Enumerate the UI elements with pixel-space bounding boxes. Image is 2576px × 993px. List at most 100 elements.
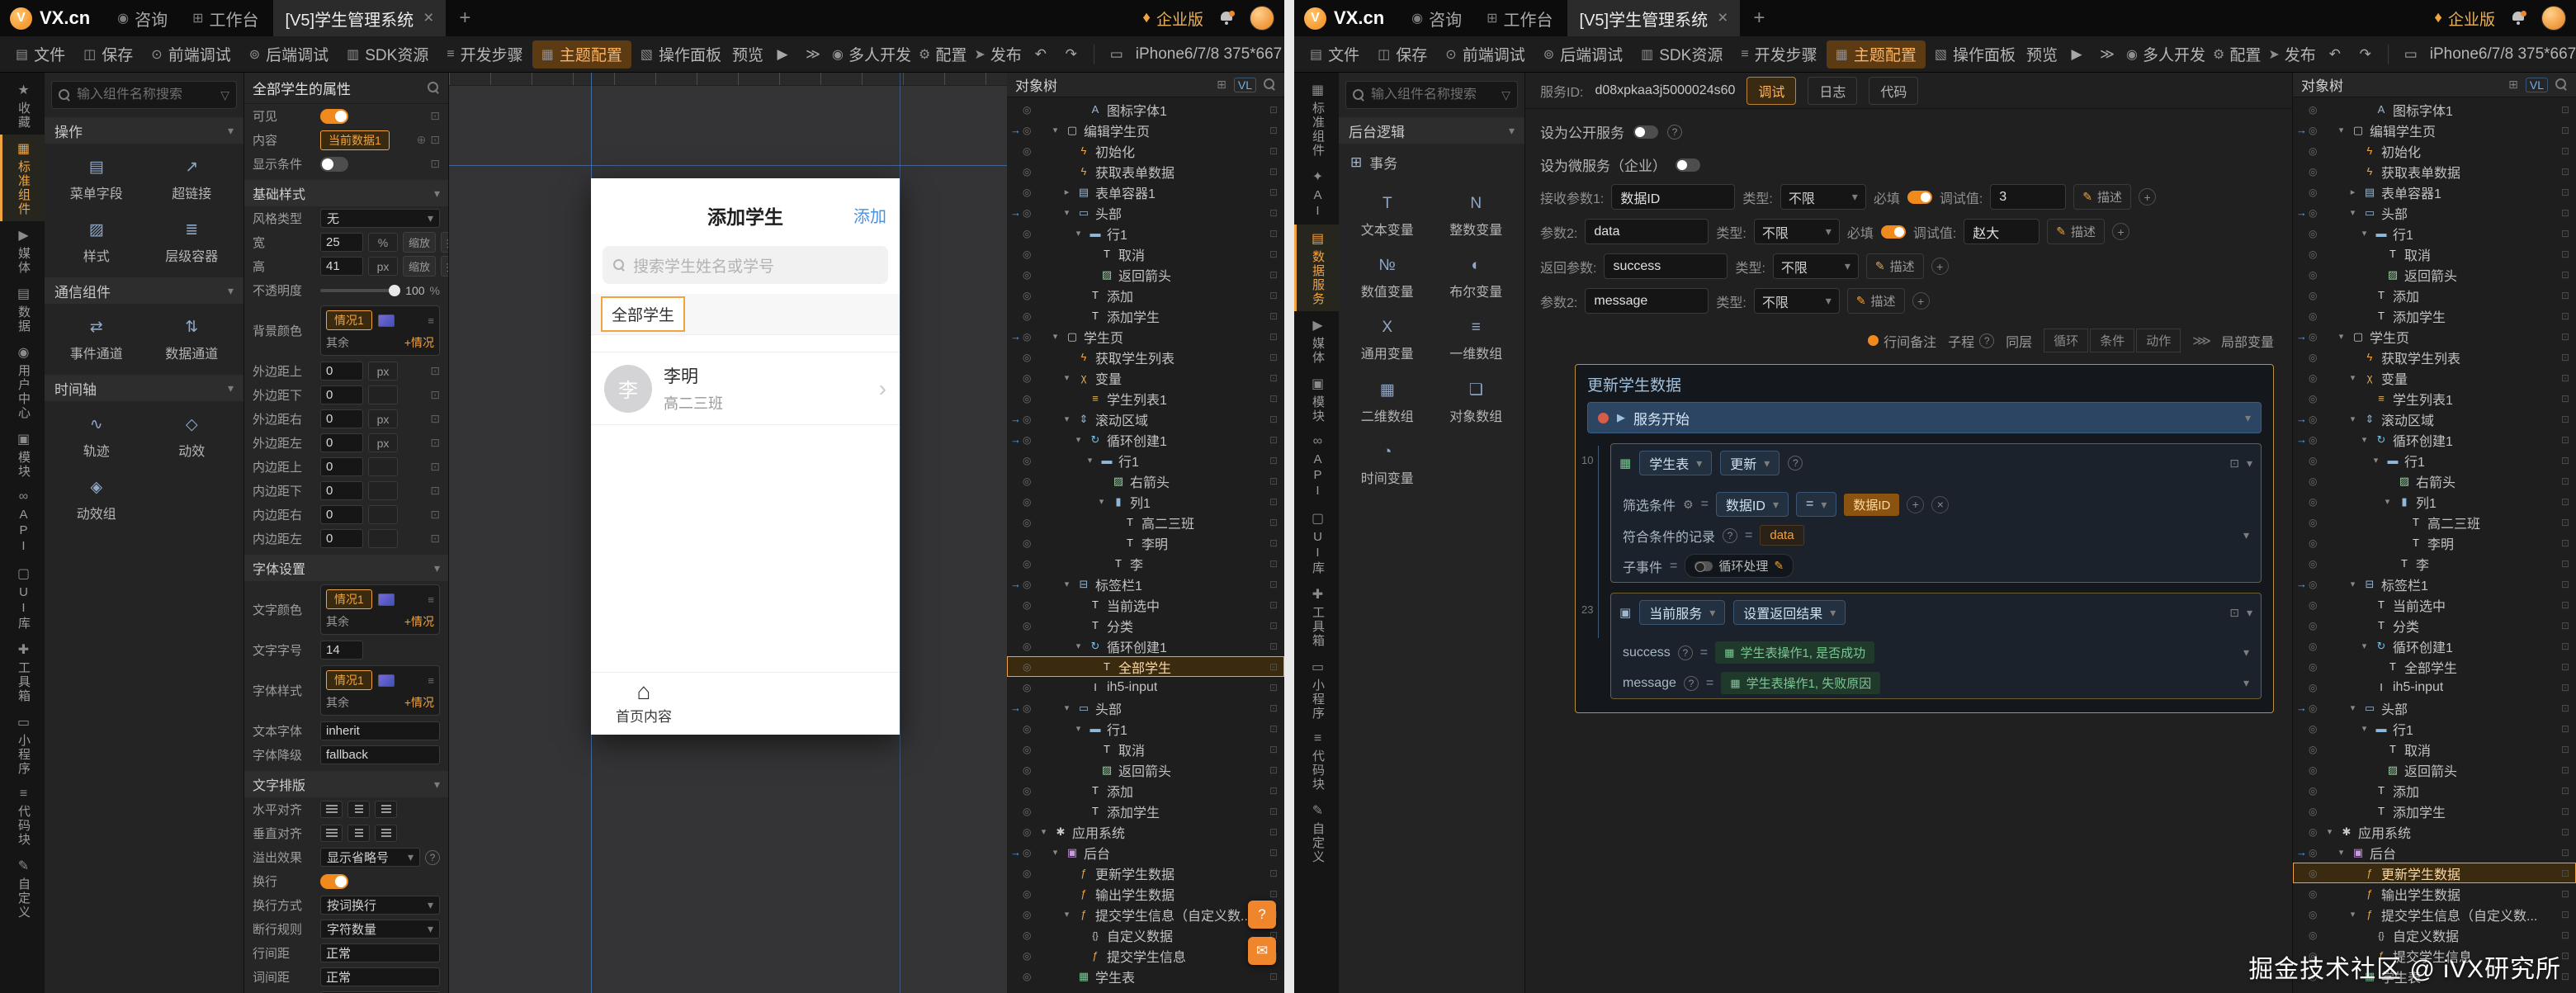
visibility-eye-icon[interactable]: [1023, 228, 1031, 239]
row-pin-icon[interactable]: [2561, 702, 2569, 714]
row-pin-icon[interactable]: [1269, 971, 1278, 982]
visibility-eye-icon[interactable]: [1023, 434, 1031, 446]
add-case-button[interactable]: +情况: [404, 334, 434, 351]
visibility-eye-icon[interactable]: [1023, 682, 1031, 693]
line-gap-input[interactable]: 正常: [320, 943, 440, 962]
row-pin-icon[interactable]: [2561, 414, 2569, 425]
rail-item[interactable]: ▣ 模块: [0, 425, 45, 484]
font-fallback-input[interactable]: fallback: [320, 745, 440, 764]
visibility-eye-icon[interactable]: [2309, 145, 2317, 157]
height-input[interactable]: 41: [320, 257, 363, 276]
property-unit-select[interactable]: px: [368, 433, 398, 452]
rail-item[interactable]: ✎ 自定义: [1294, 797, 1339, 869]
visibility-eye-icon[interactable]: [2309, 929, 2317, 941]
opacity-slider[interactable]: [320, 284, 401, 296]
color-swatch[interactable]: [377, 593, 395, 606]
visibility-eye-icon[interactable]: [2309, 723, 2317, 735]
tree-row[interactable]: 全部学生: [2293, 656, 2576, 677]
tree-row[interactable]: 变量: [2293, 367, 2576, 388]
config-button[interactable]: ⚙ 配置: [2213, 43, 2261, 65]
row-pin-icon[interactable]: [2561, 682, 2569, 693]
row-pin-icon[interactable]: [1269, 207, 1278, 219]
design-canvas[interactable]: 添加学生 添加 搜索学生姓名或学号 全部学生 李 李明 高二三班 › ⌂ 首页内…: [449, 73, 1007, 993]
undo-button[interactable]: ↶: [1029, 42, 1052, 67]
visibility-eye-icon[interactable]: [1023, 455, 1031, 466]
param-required-toggle[interactable]: [1907, 190, 1932, 204]
help-icon[interactable]: ?: [425, 849, 440, 865]
bind-data-icon[interactable]: ⊡: [430, 484, 440, 498]
property-unit-select[interactable]: [368, 529, 398, 548]
tree-row[interactable]: 初始化: [1007, 140, 1284, 161]
message-value-chip[interactable]: ▦ 学生表操作1, 失败原因: [1721, 672, 1881, 694]
expand-collapse-icon[interactable]: [2370, 455, 2381, 466]
visibility-eye-icon[interactable]: [2309, 310, 2317, 322]
nav-consult[interactable]: ◉ 咨询: [106, 0, 178, 36]
expand-collapse-icon[interactable]: [1073, 434, 1084, 445]
gear-icon[interactable]: ⚙: [1683, 498, 1694, 512]
tree-row[interactable]: 当前选中: [2293, 594, 2576, 615]
add-return-button[interactable]: +: [1931, 258, 1949, 275]
help-icon[interactable]: ?: [1667, 124, 1682, 139]
property-number-input[interactable]: 0: [320, 409, 363, 428]
row-pin-icon[interactable]: [2561, 971, 2569, 982]
toolbar-button[interactable]: ▥ SDK资源: [338, 40, 437, 69]
rail-item[interactable]: ≡ 代码块: [0, 781, 45, 852]
tree-row[interactable]: 返回箭头: [2293, 264, 2576, 285]
property-unit-select[interactable]: [368, 385, 398, 404]
param-name-input[interactable]: 数据ID: [1611, 184, 1736, 210]
expand-collapse-icon[interactable]: [2336, 125, 2347, 135]
toolbar-button[interactable]: ◫ 保存: [74, 40, 142, 69]
notifications-bell-icon[interactable]: [1218, 11, 1235, 26]
rail-item[interactable]: ✚ 工具箱: [1294, 580, 1339, 653]
rail-item[interactable]: ▢ UI库: [1294, 504, 1339, 580]
fast-forward-button[interactable]: ≫: [801, 42, 825, 67]
nav-consult[interactable]: ◉ 咨询: [1401, 0, 1472, 36]
tree-row[interactable]: 取消: [2293, 739, 2576, 759]
code-button[interactable]: 代码: [1869, 76, 1919, 105]
component-item[interactable]: ≣ 层级容器: [145, 211, 239, 272]
row-pin-icon[interactable]: [2561, 455, 2569, 466]
publish-button[interactable]: ➤ 发布: [974, 43, 1021, 65]
component-item[interactable]: ▨ 样式: [50, 211, 144, 272]
multiplayer-button[interactable]: ◉ 多人开发: [832, 43, 911, 65]
expand-collapse-icon[interactable]: [2382, 496, 2393, 507]
tab-all-students[interactable]: 全部学生: [600, 296, 686, 332]
visibility-eye-icon[interactable]: [1023, 764, 1031, 776]
expand-collapse-icon[interactable]: [1050, 847, 1061, 858]
tree-row[interactable]: 循环创建1: [2293, 636, 2576, 656]
rail-item[interactable]: ▢ UI库: [0, 560, 45, 636]
row-pin-icon[interactable]: [1269, 847, 1278, 858]
row-pin-icon[interactable]: [1269, 785, 1278, 797]
wrap-mode-select[interactable]: 按词换行 ▾: [320, 896, 440, 915]
tree-row[interactable]: 返回箭头: [2293, 759, 2576, 780]
link-icon[interactable]: ⊡: [430, 133, 440, 147]
toolbar-button[interactable]: ⊙ 前端调试: [1436, 40, 1534, 69]
param-ref-chip[interactable]: 数据ID: [1844, 493, 1900, 516]
filter-operator-select[interactable]: = ▾: [1795, 492, 1837, 517]
visibility-eye-icon[interactable]: [2309, 909, 2317, 920]
visibility-eye-icon[interactable]: [1023, 723, 1031, 735]
tree-row[interactable]: 李明: [2293, 532, 2576, 553]
row-pin-icon[interactable]: [2561, 641, 2569, 652]
row-pin-icon[interactable]: [2561, 372, 2569, 384]
visibility-eye-icon[interactable]: [2309, 372, 2317, 384]
visibility-eye-icon[interactable]: [1023, 971, 1031, 982]
palette-section-header[interactable]: 后台逻辑 ▾: [1339, 117, 1524, 144]
toolbar-button[interactable]: ▧ 操作面板: [631, 40, 730, 69]
expand-collapse-icon[interactable]: [1061, 909, 1072, 920]
row-pin-icon[interactable]: [1269, 620, 1278, 631]
tree-row[interactable]: 后台: [1007, 842, 1284, 863]
play-button[interactable]: ▶: [2065, 42, 2088, 67]
row-pin-icon[interactable]: [2561, 620, 2569, 631]
visibility-eye-icon[interactable]: [2309, 702, 2317, 714]
expand-collapse-icon[interactable]: [1085, 455, 1095, 466]
property-number-input[interactable]: 0: [320, 362, 363, 381]
property-unit-select[interactable]: [368, 505, 398, 524]
wrap-toggle[interactable]: [320, 873, 348, 889]
return-name-input[interactable]: message: [1585, 288, 1709, 314]
tree-row[interactable]: 分类: [2293, 615, 2576, 636]
property-number-input[interactable]: 0: [320, 529, 363, 548]
component-search-input[interactable]: [1371, 87, 1496, 102]
tree-row[interactable]: 图标字体1: [1007, 99, 1284, 120]
tree-row[interactable]: 添加学生: [2293, 801, 2576, 821]
